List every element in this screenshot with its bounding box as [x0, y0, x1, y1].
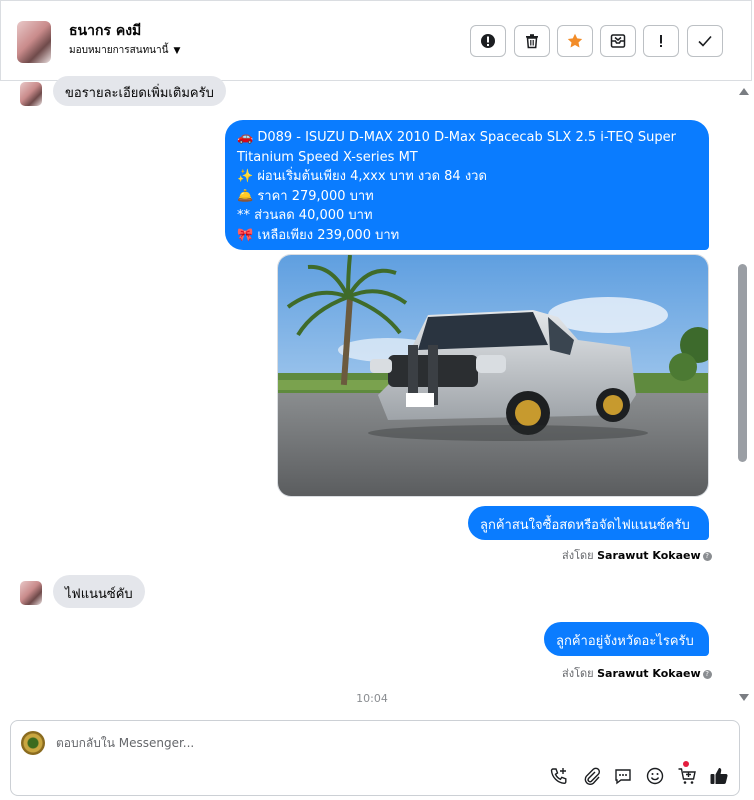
sender-name: Sarawut Kokaew [597, 667, 701, 680]
mark-done-button[interactable] [687, 25, 723, 57]
assign-label: มอบหมายการสนทนานี้ [69, 45, 169, 56]
call-icon [550, 768, 567, 785]
mark-unread-button[interactable] [600, 25, 636, 57]
info-icon[interactable]: ? [702, 551, 712, 561]
conversation-header: ธนากร คงมี มอบหมายการสนทนานี้ ▼ [0, 0, 752, 81]
contact-avatar-small [20, 82, 42, 106]
spam-button[interactable] [470, 25, 506, 57]
mark-unread-icon [610, 34, 626, 48]
done-icon [698, 35, 712, 47]
outgoing-message-car-details[interactable]: 🚗 D089 - ISUZU D-MAX 2010 D-Max Spacecab… [225, 120, 709, 250]
follow-up-button[interactable] [643, 25, 679, 57]
call-button[interactable] [549, 766, 569, 786]
like-icon [710, 768, 728, 784]
saved-replies-button[interactable] [613, 766, 633, 786]
saved-reply-icon [615, 769, 631, 785]
message-line: Titanium Speed X-series MT [237, 149, 418, 165]
attach-icon [584, 767, 601, 785]
attach-button[interactable] [581, 766, 601, 786]
message-line: 🚗 D089 - ISUZU D-MAX 2010 D-Max Spacecab… [237, 130, 676, 145]
notification-dot [683, 761, 689, 767]
incoming-message[interactable]: ไฟแนนซ์คับ [53, 575, 145, 608]
emoji-icon [646, 767, 664, 785]
car-photo-attachment[interactable] [277, 254, 709, 497]
caret-down-icon: ▼ [173, 46, 181, 56]
scroll-down-arrow[interactable] [739, 694, 749, 701]
reply-composer[interactable]: ตอบกลับใน Messenger... [10, 720, 740, 796]
star-icon [567, 33, 583, 48]
spam-icon [481, 34, 495, 48]
page-avatar [21, 731, 45, 755]
like-button[interactable] [709, 766, 729, 786]
car-photo [278, 255, 708, 496]
star-button[interactable] [557, 25, 593, 57]
contact-name[interactable]: ธนากร คงมี [69, 20, 141, 42]
info-icon[interactable]: ? [702, 669, 712, 679]
message-timestamp: 10:04 [356, 692, 388, 705]
reply-input[interactable]: ตอบกลับใน Messenger... [56, 734, 194, 753]
sent-by-prefix: ส่งโดย [562, 549, 594, 562]
message-line: 🛎️ ราคา 279,000 บาท [237, 188, 374, 204]
assign-conversation-dropdown[interactable]: มอบหมายการสนทนานี้ ▼ [69, 43, 180, 58]
incoming-message[interactable]: ขอรายละเอียดเพิ่มเติมครับ [53, 76, 226, 106]
message-line: 🎀 เหลือเพียง 239,000 บาท [237, 227, 400, 243]
sent-by-label: ส่งโดย Sarawut Kokaew? [562, 546, 712, 564]
follow-up-icon [660, 35, 662, 47]
cart-icon [678, 768, 696, 784]
emoji-button[interactable] [645, 766, 665, 786]
message-line: ✨ ผ่อนเริ่มต้นเพียง 4,xxx บาท งวด 84 งวด [237, 169, 487, 184]
outgoing-message[interactable]: ลูกค้าสนใจซื้อสดหรือจัดไฟแนนซ์ครับ [468, 506, 709, 540]
contact-avatar-small [20, 581, 42, 605]
sent-by-prefix: ส่งโดย [562, 667, 594, 680]
scrollbar-thumb[interactable] [738, 264, 747, 462]
shop-button[interactable] [677, 766, 697, 786]
outgoing-message[interactable]: ลูกค้าอยู่จังหวัดอะไรครับ [544, 622, 709, 656]
delete-button[interactable] [514, 25, 550, 57]
contact-avatar[interactable] [17, 21, 51, 63]
sent-by-label: ส่งโดย Sarawut Kokaew? [562, 664, 712, 682]
sender-name: Sarawut Kokaew [597, 549, 701, 562]
message-line: ** ส่วนลด 40,000 บาท [237, 208, 373, 223]
trash-icon [526, 34, 538, 49]
scroll-up-arrow[interactable] [739, 88, 749, 95]
